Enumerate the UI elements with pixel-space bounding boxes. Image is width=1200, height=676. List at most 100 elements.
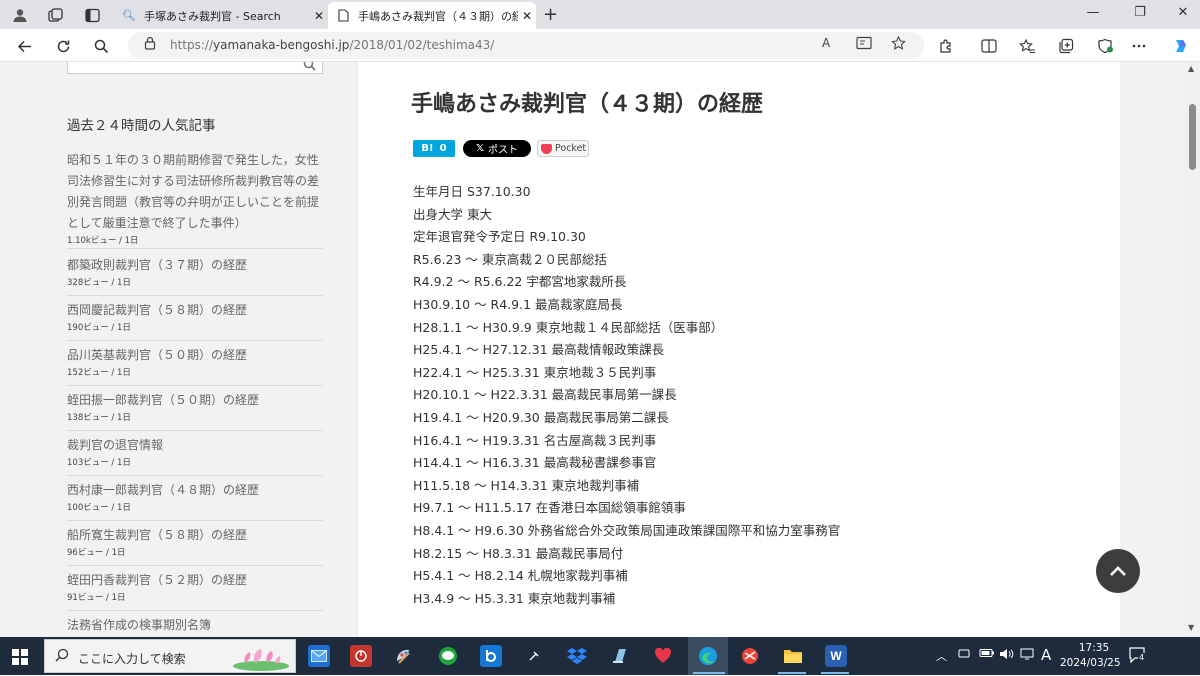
onedrive-icon[interactable] xyxy=(957,648,971,661)
list-item[interactable]: 船所寛生裁判官（５８期）の経歴 96ビュー / 1日 xyxy=(67,521,323,566)
article-link[interactable]: 蛭田円香裁判官（５２期）の経歴 xyxy=(67,566,323,591)
paint-app-icon[interactable] xyxy=(393,645,415,667)
article-link[interactable]: 西岡慶記裁判官（５８期）の経歴 xyxy=(67,296,323,321)
address-bar[interactable]: https://yamanaka-bengoshi.jp/2018/01/02/… xyxy=(128,32,924,59)
tab-title: 手嶋あさみ裁判官（４３期）の経歴 xyxy=(358,9,518,23)
favorites-icon[interactable] xyxy=(1016,35,1038,57)
search-icon[interactable] xyxy=(303,62,316,75)
article-link[interactable]: 船所寛生裁判官（５８期）の経歴 xyxy=(67,521,323,546)
power-app-icon[interactable] xyxy=(350,645,372,667)
pocket-button[interactable]: Pocket xyxy=(537,140,589,157)
profile-icon[interactable] xyxy=(10,5,30,25)
split-screen-icon[interactable] xyxy=(978,35,1000,57)
x-post-label: ポスト xyxy=(488,145,519,156)
list-item[interactable]: 法務省作成の検事期別名簿 xyxy=(67,611,323,637)
search-icon[interactable] xyxy=(90,35,112,57)
scroll-to-top-button[interactable] xyxy=(1096,549,1140,593)
close-tab-icon[interactable]: ✕ xyxy=(310,9,328,23)
edge-browser-icon[interactable] xyxy=(697,645,719,667)
article-link[interactable]: 品川英基裁判官（５０期）の経歴 xyxy=(67,341,323,366)
tab-article[interactable]: 手嶋あさみ裁判官（４３期）の経歴 ✕ xyxy=(328,2,536,29)
scroll-down-arrow-icon[interactable]: ▼ xyxy=(1188,623,1194,632)
view-count: 100ビュー / 1日 xyxy=(67,503,131,513)
storage-app-icon[interactable] xyxy=(609,645,631,667)
back-button[interactable] xyxy=(13,35,35,57)
url-path: /2018/01/02/teshima43/ xyxy=(349,38,495,52)
article-link[interactable]: 西村康一郎裁判官（４８期）の経歴 xyxy=(67,476,323,501)
notification-center-icon[interactable]: 4 xyxy=(1129,647,1147,667)
tab-title: 手塚あさみ裁判官 - Search xyxy=(144,9,281,23)
mail-icon[interactable] xyxy=(308,645,330,667)
line-app-icon[interactable] xyxy=(437,645,459,667)
refresh-button[interactable] xyxy=(52,35,74,57)
pocket-icon xyxy=(541,143,552,154)
tab-search[interactable]: 🔍︎ 手塚あさみ裁判官 - Search ✕ xyxy=(114,2,328,29)
article-link[interactable]: 都築政則裁判官（３７期）の経歴 xyxy=(67,251,323,276)
list-item[interactable]: 西村康一郎裁判官（４８期）の経歴 100ビュー / 1日 xyxy=(67,476,323,521)
lock-icon[interactable] xyxy=(144,36,156,54)
favorite-app-icon[interactable] xyxy=(652,645,674,667)
workspaces-icon[interactable] xyxy=(45,5,65,25)
hatena-icon: B! xyxy=(421,143,434,154)
close-window-button[interactable]: ✕ xyxy=(1168,5,1198,20)
volume-icon[interactable] xyxy=(999,648,1014,663)
network-icon[interactable] xyxy=(1020,648,1034,663)
article-link[interactable]: 法務省作成の検事期別名簿 xyxy=(67,611,323,636)
list-item[interactable]: 都築政則裁判官（３７期）の経歴 328ビュー / 1日 xyxy=(67,251,323,296)
sidebar-search-input[interactable] xyxy=(67,62,323,74)
career-line: H14.4.1 〜 H16.3.31 最高裁秘書課参事官 xyxy=(413,455,657,471)
tab-strip: 🔍︎ 手塚あさみ裁判官 - Search ✕ 手嶋あさみ裁判官（４３期）の経歴 … xyxy=(0,0,1200,29)
notes-app-icon[interactable] xyxy=(480,645,502,667)
collections-icon[interactable] xyxy=(1055,35,1077,57)
clock-date[interactable]: 2024/03/25 xyxy=(1060,657,1121,669)
copilot-icon[interactable] xyxy=(1170,35,1192,57)
list-item[interactable]: 蛭田円香裁判官（５２期）の経歴 91ビュー / 1日 xyxy=(67,566,323,611)
list-item[interactable]: 品川英基裁判官（５０期）の経歴 152ビュー / 1日 xyxy=(67,341,323,386)
tools-app-icon[interactable] xyxy=(523,645,545,667)
notification-count: 4 xyxy=(1138,653,1146,662)
article-link[interactable]: 昭和５１年の３０期前期修習で発生した，女性司法修習生に対する司法研修所裁判教官等… xyxy=(67,150,323,234)
page-viewport: 過去２４時間の人気記事 昭和５１年の３０期前期修習で発生した，女性司法修習生に対… xyxy=(0,62,1185,637)
file-explorer-icon[interactable] xyxy=(782,645,804,667)
tab-actions-icon[interactable] xyxy=(82,5,102,25)
word-app-icon[interactable]: W xyxy=(825,645,847,667)
list-item[interactable]: 蛭田振一郎裁判官（５０期）の経歴 138ビュー / 1日 xyxy=(67,386,323,431)
article-link[interactable]: 蛭田振一郎裁判官（５０期）の経歴 xyxy=(67,386,323,411)
career-line: H3.4.9 〜 H5.3.31 東京地裁判事補 xyxy=(413,590,616,606)
scroll-thumb[interactable] xyxy=(1189,104,1196,170)
career-line: H8.2.15 〜 H8.3.31 最高裁民事局付 xyxy=(413,545,624,561)
career-line: H9.7.1 〜 H11.5.17 在香港日本国総領事館領事 xyxy=(413,500,686,516)
vertical-scrollbar[interactable]: ▲ ▼ xyxy=(1185,62,1200,637)
list-item[interactable]: 昭和５１年の３０期前期修習で発生した，女性司法修習生に対する司法研修所裁判教官等… xyxy=(67,150,323,249)
page-icon xyxy=(336,9,350,22)
favorite-star-icon[interactable] xyxy=(891,35,906,54)
view-count: 96ビュー / 1日 xyxy=(67,548,126,558)
clock-time[interactable]: 17:35 xyxy=(1072,642,1116,654)
dropbox-icon[interactable] xyxy=(566,645,588,667)
career-line: R5.6.23 〜 東京高裁２０民部総括 xyxy=(413,251,607,267)
hatena-bookmark-button[interactable]: B! 0 xyxy=(413,140,455,157)
extensions-icon[interactable] xyxy=(935,35,957,57)
new-tab-button[interactable]: + xyxy=(543,4,558,25)
minimize-button[interactable]: — xyxy=(1078,5,1108,20)
battery-icon[interactable] xyxy=(979,648,995,661)
read-aloud-icon[interactable]: A xyxy=(822,36,830,50)
x-post-button[interactable]: 𝕏 ポスト xyxy=(463,140,531,157)
maximize-button[interactable]: ❐ xyxy=(1125,5,1155,20)
close-tab-icon[interactable]: ✕ xyxy=(518,9,536,23)
sidebar: 過去２４時間の人気記事 昭和５１年の３０期前期修習で発生した，女性司法修習生に対… xyxy=(5,62,357,637)
windows-start-icon[interactable] xyxy=(12,649,28,665)
url-text[interactable]: https://yamanaka-bengoshi.jp/2018/01/02/… xyxy=(170,38,494,52)
show-hidden-icons-icon[interactable]: ︿ xyxy=(936,648,947,664)
view-count: 1.10kビュー / 1日 xyxy=(67,236,139,246)
taskbar-search-input[interactable]: ここに入力して検索 xyxy=(44,639,296,673)
browser-essentials-icon[interactable] xyxy=(1094,35,1116,57)
article-link[interactable]: 裁判官の退官情報 xyxy=(67,431,323,456)
ime-indicator[interactable]: A xyxy=(1041,646,1051,664)
list-item[interactable]: 西岡慶記裁判官（５８期）の経歴 190ビュー / 1日 xyxy=(67,296,323,341)
scroll-up-arrow-icon[interactable]: ▲ xyxy=(1188,64,1194,73)
snipping-tool-icon[interactable] xyxy=(739,645,761,667)
immersive-reader-icon[interactable] xyxy=(856,36,872,54)
more-menu-icon[interactable] xyxy=(1128,35,1150,57)
list-item[interactable]: 裁判官の退官情報 103ビュー / 1日 xyxy=(67,431,323,476)
